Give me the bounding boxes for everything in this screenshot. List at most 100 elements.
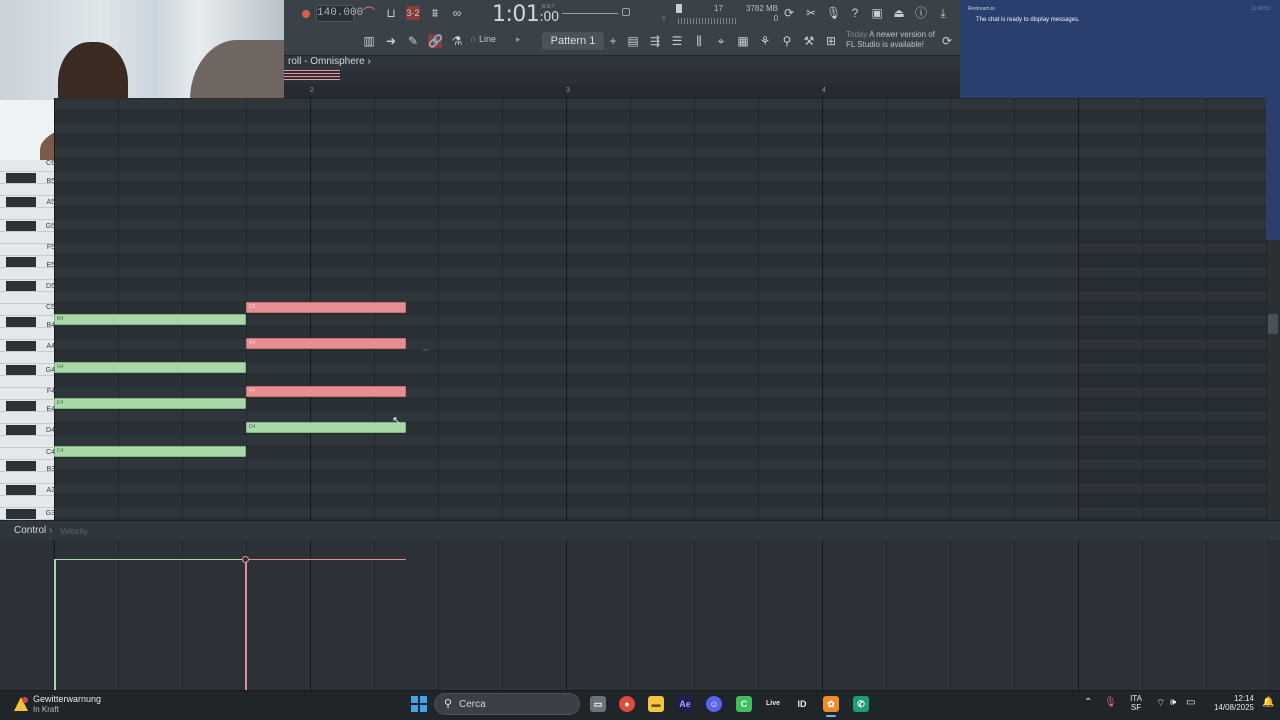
piano-black-key[interactable] xyxy=(6,425,36,435)
velocity-bar-red[interactable] xyxy=(245,559,247,690)
link-icon[interactable]: 🔗 xyxy=(428,34,443,48)
plugin-picker-icon[interactable]: ✂ xyxy=(804,6,818,20)
battery-icon[interactable]: ▭ xyxy=(1186,697,1195,708)
piano-white-key[interactable] xyxy=(0,268,54,280)
time-ruler[interactable]: 2 3 4 xyxy=(284,84,960,98)
midi-note-green[interactable]: D4 xyxy=(246,422,406,433)
snap-selector[interactable]: ∩ Line ▸ xyxy=(470,34,521,45)
download-icon[interactable]: ⤓ xyxy=(936,6,950,20)
weather-warning-icon[interactable] xyxy=(13,696,29,712)
piano-black-key[interactable] xyxy=(6,461,36,471)
piano-white-key[interactable] xyxy=(0,376,54,388)
pattern-selector[interactable]: Pattern 1 xyxy=(542,32,604,50)
tray-mic-icon[interactable]: 🎙 xyxy=(1104,697,1117,708)
piano-black-key[interactable] xyxy=(6,485,36,495)
refresh-icon[interactable]: ⟳ xyxy=(782,6,796,20)
piano-black-key[interactable] xyxy=(6,317,36,327)
fl-studio-icon[interactable]: ✿ xyxy=(823,696,839,712)
file-explorer-icon[interactable]: ▬ xyxy=(648,696,664,712)
midi-note-green[interactable]: G4 xyxy=(54,362,246,373)
vertical-scroll-thumb[interactable] xyxy=(1268,314,1278,334)
velocity-handle[interactable] xyxy=(242,556,249,563)
notifications-icon[interactable]: 🔔 xyxy=(1262,697,1274,708)
piano-black-key[interactable] xyxy=(6,341,36,351)
save-icon[interactable]: ▣ xyxy=(870,6,884,20)
magnifier-icon[interactable]: ⚲ xyxy=(780,34,794,48)
piano-white-key[interactable] xyxy=(0,184,54,196)
piano-black-key[interactable] xyxy=(6,221,36,231)
tempo-display[interactable]: 140.000 xyxy=(316,5,363,22)
midi-note-green[interactable]: B4 xyxy=(54,314,246,325)
midi-note-green[interactable]: C4 xyxy=(54,446,246,457)
playlist-icon[interactable]: ▤ xyxy=(626,34,640,48)
piano-black-key[interactable] xyxy=(6,401,36,411)
add-pattern-icon[interactable]: + xyxy=(606,34,620,48)
tools-icon[interactable]: ⚒ xyxy=(802,34,816,48)
piano-black-key[interactable] xyxy=(6,257,36,267)
brush-icon[interactable]: ✎ xyxy=(406,34,420,48)
after-effects-icon[interactable]: Ae xyxy=(677,696,693,712)
windows-start-icon[interactable] xyxy=(411,696,427,712)
chrome-icon[interactable]: ● xyxy=(619,696,635,712)
piano-black-key[interactable] xyxy=(6,173,36,183)
piano-white-key[interactable] xyxy=(0,436,54,448)
weather-title[interactable]: Gewitterwarnung xyxy=(33,694,101,704)
browser-icon[interactable]: ⌖ xyxy=(714,34,728,48)
discord-icon[interactable]: ☺ xyxy=(706,696,722,712)
piano-white-key[interactable] xyxy=(0,232,54,244)
indesign-icon[interactable]: ID xyxy=(794,696,810,712)
piano-black-key[interactable] xyxy=(6,509,36,519)
piano-keyboard[interactable]: C6 B5 A5 G5 F5 E5 D5 C5 B4 A4 G4 F4 E4 D4 C4 B3 A3 G3 xyxy=(0,160,55,520)
piano-icon[interactable]: ▥ xyxy=(362,34,376,48)
piano-white-key[interactable] xyxy=(0,412,54,424)
piano-white-key[interactable] xyxy=(0,472,54,484)
piano-white-key[interactable] xyxy=(0,496,54,508)
step-edit-icon[interactable]: ⩩ xyxy=(428,6,442,20)
velocity-lane[interactable] xyxy=(54,540,1266,690)
plug-icon[interactable]: ⚘ xyxy=(758,34,772,48)
piano-white-key[interactable] xyxy=(0,328,54,340)
piano-roll-icon[interactable]: ☰ xyxy=(670,34,684,48)
update-icon[interactable]: ⟳ xyxy=(940,34,954,48)
whatsapp-icon[interactable]: ✆ xyxy=(853,696,869,712)
vertical-scrollbar[interactable] xyxy=(1266,240,1280,520)
midi-note-red[interactable]: C5 xyxy=(246,302,406,313)
wifi-icon[interactable]: ⌔ xyxy=(1156,697,1165,710)
metronome-icon[interactable]: ⌒ xyxy=(362,6,376,20)
render-icon[interactable]: ⏏ xyxy=(892,6,906,20)
piano-white-key[interactable] xyxy=(0,292,54,304)
master-volume-slider[interactable] xyxy=(562,13,618,14)
info-icon[interactable]: ⓘ xyxy=(914,6,928,20)
microphone-icon[interactable]: 🎙 xyxy=(826,6,841,20)
volume-icon[interactable]: 🕪 xyxy=(1170,697,1176,708)
stamp-icon[interactable]: ⚗ xyxy=(450,34,464,48)
midi-note-red[interactable]: F4 xyxy=(246,386,406,397)
clipboard-icon[interactable]: ▦ xyxy=(736,34,750,48)
arrow-right-icon[interactable]: ➜ xyxy=(384,34,398,48)
master-pitch-knob[interactable] xyxy=(622,8,630,16)
news-panel[interactable]: Today A newer version of FL Studio is av… xyxy=(846,30,938,50)
piano-black-key[interactable] xyxy=(6,365,36,375)
mixer-icon[interactable]: ⫼ xyxy=(692,34,706,48)
countdown-icon[interactable]: 3·2 xyxy=(406,6,420,20)
tray-overflow-icon[interactable]: ⌃ xyxy=(1084,697,1092,708)
midi-note-green[interactable]: E4 xyxy=(54,398,246,409)
ableton-live-icon[interactable]: Live xyxy=(765,696,781,712)
record-button[interactable] xyxy=(298,6,314,22)
piano-black-key[interactable] xyxy=(6,281,36,291)
tray-language[interactable]: ITA SF xyxy=(1126,694,1146,712)
help-icon[interactable]: ? xyxy=(848,6,862,20)
cart-icon[interactable]: ⊞ xyxy=(824,34,838,48)
velocity-bar-green[interactable] xyxy=(54,559,56,690)
channel-rack-icon[interactable]: ⇶ xyxy=(648,34,662,48)
control-label[interactable]: Control › xyxy=(14,525,52,536)
piano-white-key[interactable] xyxy=(0,352,54,364)
loop-record-icon[interactable]: ∞ xyxy=(450,6,464,20)
task-view-icon[interactable]: ▭ xyxy=(590,696,606,712)
tray-clock[interactable]: 12:14 14/08/2025 xyxy=(1206,694,1254,712)
taskbar-search[interactable] xyxy=(434,693,580,715)
camtasia-icon[interactable]: C xyxy=(736,696,752,712)
piano-white-key[interactable] xyxy=(0,208,54,220)
piano-black-key[interactable] xyxy=(6,197,36,207)
wait-icon[interactable]: ⊔ xyxy=(384,6,398,20)
